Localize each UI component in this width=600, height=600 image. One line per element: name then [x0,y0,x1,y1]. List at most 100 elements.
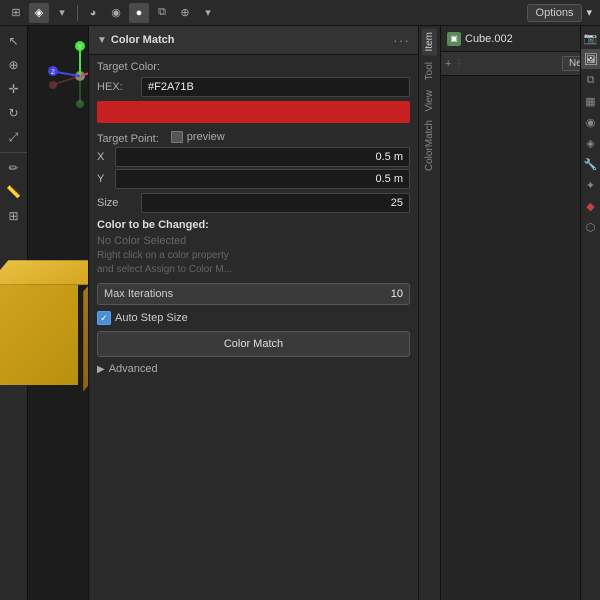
x-coord-row: X 0.5 m [97,147,410,167]
props-tab-output[interactable]: 🖼 [581,49,600,69]
advanced-label: Advanced [109,363,158,375]
target-point-row: Target Point: preview [97,127,410,147]
auto-step-checkbox[interactable]: ✓ [97,311,111,325]
viewport-3d[interactable]: ↖ ⊕ ✛ ↻ ⤢ ✏ 📏 ⊞ X Y Z [0,26,88,600]
color-swatch[interactable] [97,101,410,123]
props-tab-scene[interactable]: ▦ [581,91,600,111]
panel-collapse-arrow[interactable]: ▼ [97,35,107,46]
tool-cursor[interactable]: ⊕ [3,54,25,76]
properties-panel: ▼ Color Match ··· Target Color: HEX: #F2… [88,26,418,600]
right-panel-content: 📷 🖼 ⧉ ▦ ◉ ◈ 🔧 ✦ ◆ ⬡ [441,76,600,600]
options-button[interactable]: Options [527,4,583,22]
max-iterations-field[interactable]: Max Iterations 10 [97,283,410,305]
max-iterations-row: Max Iterations 10 [97,283,410,305]
tab-colormatch[interactable]: ColorMatch [422,116,437,175]
main-layout: ↖ ⊕ ✛ ↻ ⤢ ✏ 📏 ⊞ X Y Z [0,26,600,600]
viewport-gizmo[interactable]: ⊕ [175,3,195,23]
hex-label: HEX: [97,81,137,93]
props-tab-physics[interactable]: ◆ [581,196,600,216]
tab-tool[interactable]: Tool [422,58,437,84]
y-axis-label: Y [97,173,111,185]
hint-text-line2: and select Assign to Color M... [97,263,410,277]
viewport-shading-solid[interactable]: ◕ [83,3,103,23]
viewport-gizmo-3d: X Y Z [40,36,88,116]
advanced-row[interactable]: ▶ Advanced [97,363,410,375]
advanced-arrow: ▶ [97,364,105,375]
rp-icons: + ⋮ [445,57,464,70]
tool-move[interactable]: ✛ [3,78,25,100]
y-coord-input[interactable]: 0.5 m [115,169,410,189]
preview-label: preview [187,131,225,143]
options-dropdown-arrow[interactable]: ▾ [586,6,592,19]
target-color-row: Target Color: [97,61,410,73]
separator-1 [77,5,78,21]
tool-scale[interactable]: ⤢ [3,126,25,148]
auto-step-label: Auto Step Size [115,312,188,324]
object-name: Cube.002 [465,33,513,45]
right-panel: ▣ Cube.002 + ⋮ New 📷 🖼 ⧉ ▦ ◉ ◈ 🔧 ✦ ◆ [440,26,600,600]
side-tabs-panel: Item Tool View ColorMatch [418,26,440,600]
props-tab-object[interactable]: ◈ [581,133,600,153]
props-tab-constraints[interactable]: ⬡ [581,217,600,237]
max-iterations-value: 10 [391,288,403,300]
colormatch-panel-header[interactable]: ▼ Color Match ··· [89,26,418,55]
props-tab-modifier[interactable]: 🔧 [581,154,600,174]
props-tab-render[interactable]: 📷 [581,28,600,48]
tab-view[interactable]: View [422,86,437,116]
3d-cube [0,265,88,385]
target-point-label: Target Point: [97,133,159,145]
hex-input[interactable]: #F2A71B [141,77,410,97]
tab-item[interactable]: Item [422,28,437,55]
tool-add[interactable]: ⊞ [3,205,25,227]
props-tab-particles[interactable]: ✦ [581,175,600,195]
tool-annotate[interactable]: ✏ [3,157,25,179]
props-tab-view-layer[interactable]: ⧉ [581,70,600,90]
x-coord-input[interactable]: 0.5 m [115,147,410,167]
hex-field-row: HEX: #F2A71B [97,77,410,97]
x-axis-label: X [97,151,111,163]
svg-text:Y: Y [78,45,82,51]
colormatch-panel-content: Target Color: HEX: #F2A71B Target Point:… [89,55,418,381]
size-input[interactable]: 25 [141,193,410,213]
y-coord-row: Y 0.5 m [97,169,410,189]
viewport-dropdown2[interactable]: ▾ [198,3,218,23]
editor-type-icon[interactable]: ⊞ [6,3,26,23]
top-bar: ⊞ ◈ ▾ ◕ ◉ ● ⧉ ⊕ ▾ Options ▾ [0,0,600,26]
color-changed-title: Color to be Changed: [97,219,410,231]
color-changed-section: Color to be Changed: No Color Selected R… [97,219,410,277]
top-bar-left: ⊞ ◈ ▾ ◕ ◉ ● ⧉ ⊕ ▾ [0,3,519,23]
rp-separator: ⋮ [453,57,464,70]
object-name-bar: ▣ Cube.002 [441,26,600,52]
hint-text-line1: Right click on a color property [97,249,410,263]
props-tab-world[interactable]: ◉ [581,112,600,132]
preview-checkbox[interactable] [171,131,183,143]
target-color-label: Target Color: [97,61,160,73]
size-row: Size 25 [97,193,410,213]
viewport-shading-material[interactable]: ◉ [106,3,126,23]
tool-select[interactable]: ↖ [3,30,25,52]
panel-title: Color Match [111,34,389,46]
toolbar-divider [0,152,27,153]
svg-text:Z: Z [51,70,55,76]
tool-rotate[interactable]: ↻ [3,102,25,124]
auto-step-row: ✓ Auto Step Size [97,311,410,325]
color-match-button[interactable]: Color Match [97,331,410,357]
no-color-text: No Color Selected [97,235,410,247]
viewport-overlay[interactable]: ⧉ [152,3,172,23]
object-type-icon: ▣ [447,32,461,46]
max-iterations-label: Max Iterations [104,288,391,300]
viewport-shading-rendered[interactable]: ● [129,3,149,23]
cube-face-front [0,285,78,385]
properties-icons-bar: 📷 🖼 ⧉ ▦ ◉ ◈ 🔧 ✦ ◆ ⬡ [580,26,600,600]
tool-measure[interactable]: 📏 [3,181,25,203]
size-label: Size [97,197,137,209]
mode-dropdown[interactable]: ▾ [52,3,72,23]
panel-menu-button[interactable]: ··· [393,32,410,48]
add-icon[interactable]: + [445,58,451,70]
cube-mesh [0,265,88,385]
top-icons: ⊞ ◈ ▾ ◕ ◉ ● ⧉ ⊕ ▾ [6,3,218,23]
mode-object-icon[interactable]: ◈ [29,3,49,23]
right-panel-toolbar: + ⋮ New [441,52,600,76]
cube-face-top [0,260,88,285]
top-bar-right: Options ▾ [519,4,600,22]
